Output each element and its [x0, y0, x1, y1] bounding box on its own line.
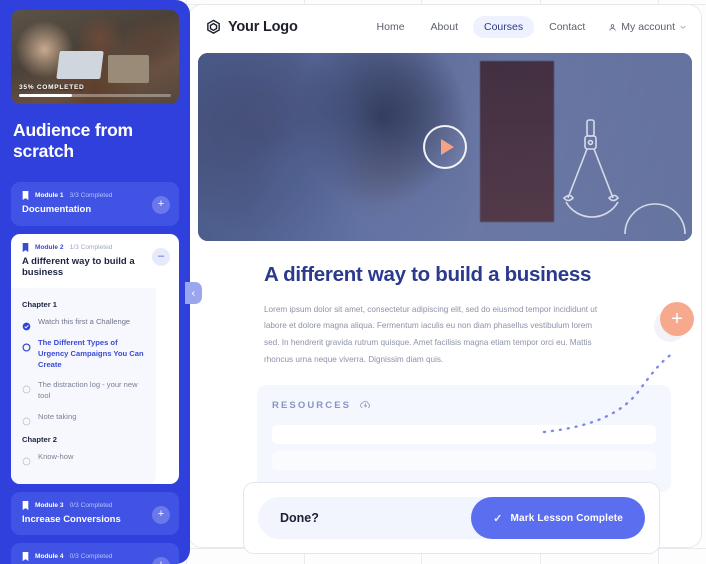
- course-sidebar: 35% COMPLETED Audience from scratch Modu…: [0, 0, 190, 564]
- chevron-left-icon: [190, 284, 197, 302]
- resources-title: RESOURCES: [272, 400, 352, 412]
- module-meta: Module 1 3/3 Completed: [22, 190, 145, 200]
- lesson-item[interactable]: Note taking: [22, 412, 145, 426]
- mark-lesson-complete-label: Mark Lesson Complete: [510, 512, 623, 524]
- lesson-list: Chapter 1 Watch this first a Challenge T…: [11, 288, 156, 484]
- module-progress: 3/3 Completed: [69, 191, 113, 199]
- book-icon: [22, 190, 29, 200]
- nav-link-courses[interactable]: Courses: [473, 16, 535, 38]
- module-list: Module 1 3/3 Completed Documentation + M…: [11, 181, 179, 564]
- lesson-video-hero[interactable]: [198, 53, 692, 241]
- top-navigation: Your Logo Home About Courses Contact My …: [189, 5, 701, 49]
- lesson-label: Note taking: [38, 412, 77, 421]
- module-meta: Module 4 0/3 Completed: [22, 552, 145, 562]
- book-icon: [22, 242, 29, 252]
- lesson-title: A different way to build a business: [264, 263, 592, 286]
- check-icon: ✓: [493, 512, 503, 525]
- module-card-4[interactable]: Module 4 0/3 Completed Deep Focus +: [11, 543, 179, 564]
- lesson-label: The Different Types of Urgency Campaigns…: [38, 338, 144, 369]
- chapter-title: Chapter 1: [22, 300, 58, 310]
- lesson-item[interactable]: Know-how: [22, 451, 145, 466]
- thumbnail-laptop: [56, 51, 104, 80]
- module-toggle[interactable]: +: [152, 195, 170, 214]
- lesson-status-active-icon: [22, 339, 31, 352]
- module-meta: Module 2 1/3 Completed: [22, 242, 145, 252]
- lesson-label: Know-how: [38, 451, 74, 461]
- chevron-down-icon: [679, 23, 687, 31]
- brand[interactable]: Your Logo: [205, 19, 298, 36]
- module-toggle[interactable]: +: [152, 505, 170, 524]
- nav-links: Home About Courses Contact My account: [366, 16, 687, 38]
- course-progress: 35% COMPLETED: [19, 84, 171, 97]
- resource-row[interactable]: [272, 450, 656, 470]
- main-content-card: Your Logo Home About Courses Contact My …: [188, 4, 702, 548]
- module-name: Increase Conversions: [22, 513, 121, 525]
- lesson-status-todo-icon: [22, 453, 31, 466]
- sidebar-collapse-handle[interactable]: [185, 282, 202, 304]
- user-icon: [608, 23, 617, 32]
- lesson-label: Watch this first a Challenge: [38, 317, 131, 327]
- book-icon: [22, 552, 29, 562]
- module-card-3[interactable]: Module 3 0/3 Completed Increase Conversi…: [11, 491, 179, 536]
- play-button[interactable]: [423, 125, 467, 169]
- module-toggle[interactable]: –: [152, 247, 170, 266]
- add-button[interactable]: +: [660, 302, 694, 336]
- resource-row[interactable]: [272, 424, 656, 444]
- module-name: Documentation: [22, 203, 92, 215]
- lesson-status-todo-icon: [22, 381, 31, 394]
- done-label: Done?: [280, 511, 319, 525]
- nav-link-contact[interactable]: Contact: [538, 16, 596, 38]
- lesson-article: A different way to build a business Lore…: [189, 241, 701, 369]
- progress-fill: [19, 94, 73, 97]
- account-menu[interactable]: My account: [608, 21, 687, 33]
- account-label: My account: [621, 21, 675, 33]
- lesson-body: Lorem ipsum dolor sit amet, consectetur …: [264, 304, 598, 365]
- module-card-1[interactable]: Module 1 3/3 Completed Documentation +: [11, 181, 179, 226]
- play-icon: [440, 139, 454, 155]
- compass-illustration-icon: [562, 119, 686, 235]
- module-number: Module 1: [35, 191, 64, 199]
- thumbnail-laptop-secondary: [108, 55, 149, 84]
- chapter-title: Chapter 2: [22, 434, 58, 444]
- lesson-status-done-icon: [22, 318, 31, 331]
- progress-track: [19, 94, 171, 97]
- module-progress: 1/3 Completed: [69, 243, 113, 251]
- course-thumbnail: 35% COMPLETED: [11, 10, 179, 104]
- lesson-status-todo-icon: [22, 413, 31, 426]
- lesson-label: The distraction log - your new tool: [38, 380, 138, 401]
- hexagon-logo-icon: [205, 19, 222, 36]
- module-card-2[interactable]: Module 2 1/3 Completed A different way t…: [11, 233, 179, 484]
- lesson-item[interactable]: Watch this first a Challenge: [22, 317, 145, 331]
- module-number: Module 3: [35, 501, 64, 509]
- brand-name: Your Logo: [228, 19, 298, 35]
- module-number: Module 2: [35, 243, 64, 251]
- module-name: A different way to build a business: [22, 255, 135, 279]
- lesson-complete-inner: Done? ✓ Mark Lesson Complete: [258, 497, 645, 539]
- book-icon: [22, 500, 29, 510]
- nav-link-home[interactable]: Home: [366, 16, 416, 38]
- lesson-item[interactable]: The distraction log - your new tool: [22, 380, 145, 402]
- plus-icon: +: [671, 308, 683, 330]
- module-progress: 0/3 Completed: [69, 553, 113, 561]
- lesson-complete-bar: Done? ✓ Mark Lesson Complete: [243, 482, 660, 554]
- resources-header: RESOURCES: [272, 398, 656, 414]
- module-toggle[interactable]: +: [152, 557, 170, 564]
- module-progress: 0/3 Completed: [69, 501, 113, 509]
- lesson-item[interactable]: The Different Types of Urgency Campaigns…: [22, 338, 145, 370]
- module-meta: Module 3 0/3 Completed: [22, 500, 145, 510]
- nav-link-about[interactable]: About: [420, 16, 469, 38]
- module-number: Module 4: [35, 553, 64, 561]
- resources-panel: RESOURCES: [257, 384, 671, 492]
- progress-label: 35% COMPLETED: [19, 84, 85, 91]
- cloud-download-icon[interactable]: [359, 398, 372, 414]
- mark-lesson-complete-button[interactable]: ✓ Mark Lesson Complete: [471, 497, 645, 539]
- course-title: Audience from scratch: [13, 120, 133, 162]
- course-player-page: Your Logo Home About Courses Contact My …: [0, 0, 706, 564]
